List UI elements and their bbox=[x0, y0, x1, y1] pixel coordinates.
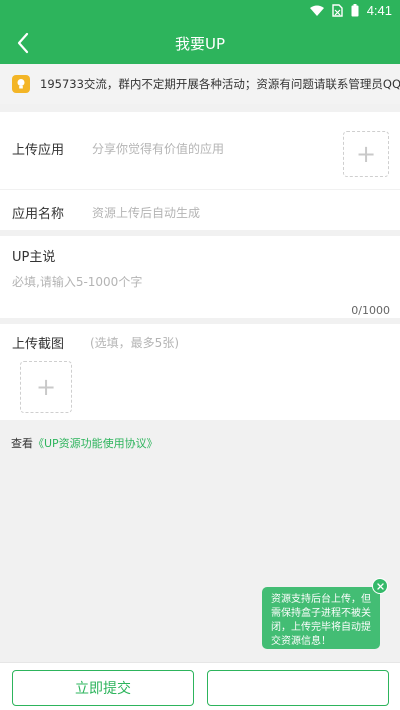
no-sim-icon bbox=[331, 4, 343, 17]
agreement-prefix: 查看 bbox=[11, 437, 33, 450]
app-name-label: 应用名称 bbox=[12, 207, 65, 222]
plus-icon: + bbox=[355, 140, 377, 168]
upload-app-label: 上传应用 bbox=[12, 143, 65, 158]
upload-tooltip: 资源支持后台上传，但需保持盒子进程不被关闭，上传完毕将自动提交资源信息！ bbox=[262, 587, 380, 649]
secondary-button[interactable] bbox=[207, 670, 389, 706]
status-icons: 4:41 bbox=[309, 3, 392, 18]
up-says-textarea[interactable]: 必填,请输入5-1000个字 bbox=[12, 273, 142, 290]
upload-app-button[interactable]: + bbox=[343, 131, 389, 177]
up-says-row: UP主说 必填,请输入5-1000个字 0/1000 bbox=[0, 236, 400, 318]
screenshots-row: 上传截图 (选填，最多5张) + bbox=[0, 324, 400, 420]
upload-app-row: 上传应用 分享你觉得有价值的应用 + bbox=[0, 112, 400, 189]
notice-text: 195733交流，群内不定期开展各种活动；资源有问题请联系管理员QQ bbox=[40, 77, 400, 91]
tooltip-close-button[interactable] bbox=[372, 578, 388, 594]
char-counter: 0/1000 bbox=[351, 304, 390, 317]
app-bar: 我要UP bbox=[0, 22, 400, 64]
agreement-link[interactable]: 《UP资源功能使用协议》 bbox=[33, 437, 158, 450]
upload-app-input[interactable]: 分享你觉得有价值的应用 bbox=[92, 140, 224, 157]
app-name-input[interactable]: 资源上传后自动生成 bbox=[92, 204, 200, 221]
status-time: 4:41 bbox=[366, 3, 392, 18]
up-says-label: UP主说 bbox=[12, 250, 56, 265]
page-title: 我要UP bbox=[174, 35, 226, 53]
upload-screenshot-button[interactable]: + bbox=[20, 361, 72, 413]
notice-bar: 195733交流，群内不定期开展各种活动；资源有问题请联系管理员QQ bbox=[0, 64, 400, 104]
bottom-bar: 立即提交 bbox=[0, 662, 400, 710]
screenshots-hint: (选填，最多5张) bbox=[90, 336, 179, 350]
wifi-icon bbox=[309, 5, 324, 16]
plus-icon: + bbox=[35, 373, 57, 401]
app-name-row: 应用名称 资源上传后自动生成 bbox=[0, 190, 400, 230]
agreement-text: 查看《UP资源功能使用协议》 bbox=[11, 435, 158, 451]
battery-icon bbox=[351, 4, 359, 17]
submit-button[interactable]: 立即提交 bbox=[12, 670, 194, 706]
bulb-icon bbox=[12, 75, 30, 93]
screenshots-label: 上传截图 bbox=[12, 337, 65, 352]
status-bar: 4:41 bbox=[0, 0, 400, 22]
close-icon bbox=[376, 582, 384, 590]
